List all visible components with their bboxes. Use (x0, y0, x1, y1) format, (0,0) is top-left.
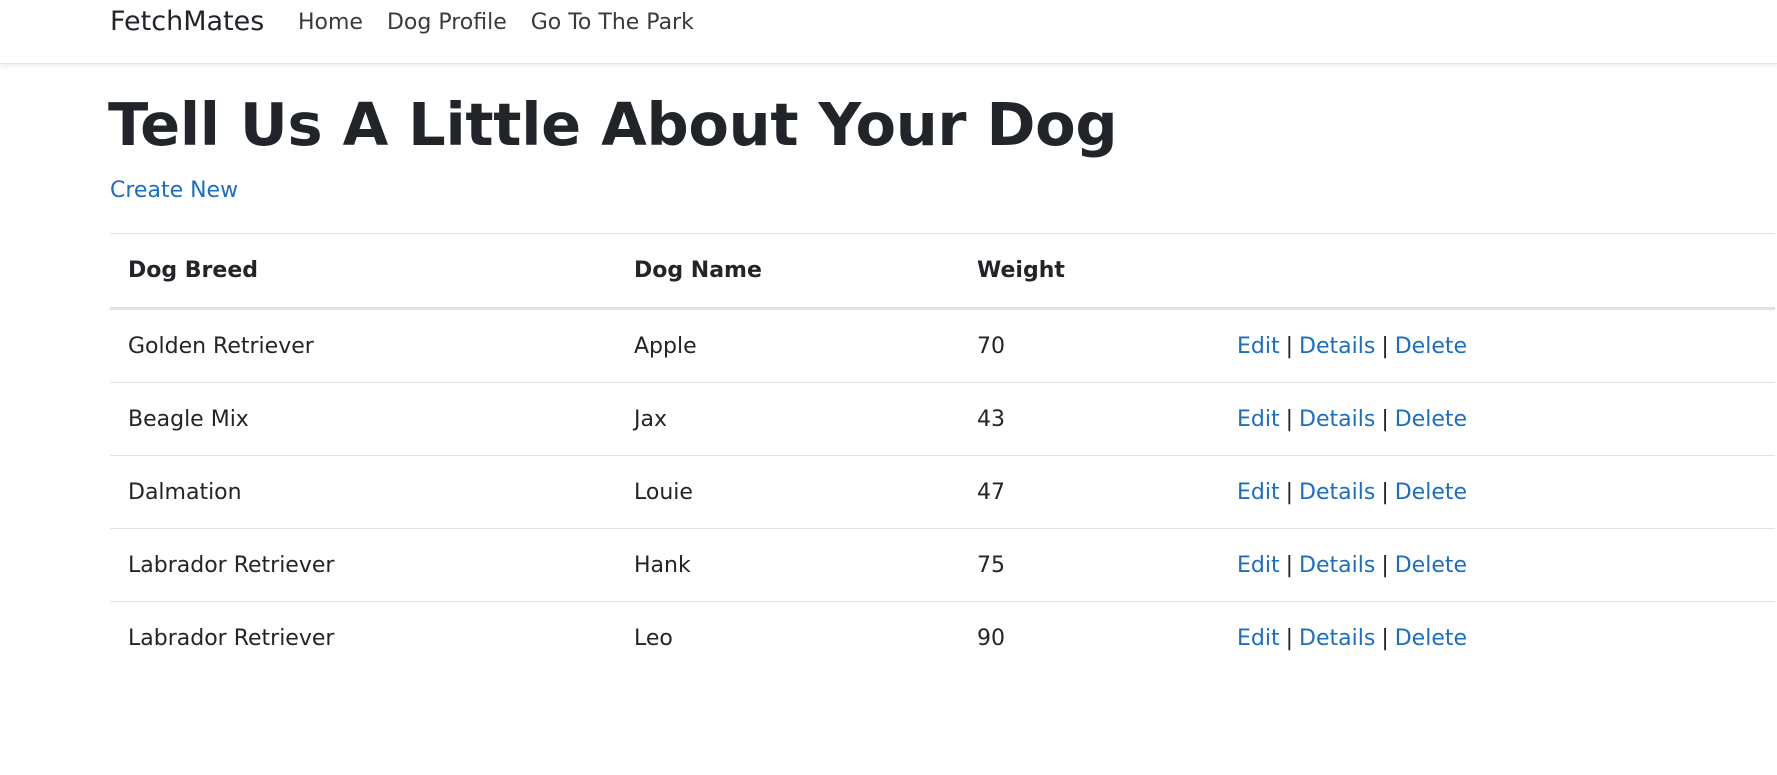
edit-link[interactable]: Edit (1237, 626, 1280, 651)
cell-weight: 70 (959, 308, 1219, 383)
cell-weight: 90 (977, 625, 1005, 651)
create-new-link[interactable]: Create New (110, 178, 238, 203)
nav-link-go-to-the-park[interactable]: Go To The Park (531, 10, 694, 35)
action-separator: | (1285, 625, 1294, 651)
action-separator: | (1285, 333, 1294, 359)
cell-dog-breed: Golden Retriever (110, 308, 616, 383)
edit-link[interactable]: Edit (1237, 553, 1280, 578)
cell-dog-name: Hank (616, 528, 959, 602)
delete-link[interactable]: Delete (1395, 553, 1467, 578)
cell-dog-breed: Dalmation (110, 455, 616, 529)
delete-link[interactable]: Delete (1395, 480, 1467, 505)
table-body: Golden Retriever Apple 70 Edit | Details | Dele… (110, 308, 1775, 675)
cell-dog-name: Leo (634, 625, 673, 651)
cell-dog-name: Apple (616, 308, 959, 383)
cell-actions: Edit | Details | Delete (1219, 455, 1775, 529)
header-dog-name: Dog Name (616, 233, 959, 310)
details-link[interactable]: Details (1299, 626, 1375, 651)
header-weight: Weight (959, 233, 1219, 310)
action-separator: | (1285, 552, 1294, 578)
cell-dog-breed: Labrador Retriever (110, 528, 616, 602)
table-row: Labrador Retriever Leo 90 Edit | Details | Dele… (110, 602, 1775, 675)
details-link[interactable]: Details (1299, 407, 1375, 432)
cell-actions: Edit | Details | Delete (1219, 528, 1775, 602)
delete-link[interactable]: Delete (1395, 334, 1467, 359)
cell-dog-breed: Beagle Mix (110, 382, 616, 456)
nav-links: Home Dog Profile Go To The Park (298, 10, 694, 35)
cell-actions: Edit | Details | Delete (1219, 308, 1775, 383)
cell-dog-breed: Labrador Retriever (128, 625, 335, 651)
nav-link-dog-profile[interactable]: Dog Profile (387, 10, 507, 35)
cell-weight: 47 (959, 455, 1219, 529)
nav-link-home[interactable]: Home (298, 10, 363, 35)
table-header-row: Dog Breed Dog Name Weight (110, 233, 1775, 310)
table-row: Beagle Mix Jax 43 Edit | Details | Delete (110, 382, 1775, 456)
details-link[interactable]: Details (1299, 334, 1375, 359)
cell-actions: Edit | Details | Delete (1219, 382, 1775, 456)
navbar: FetchMates Home Dog Profile Go To The Pa… (0, 0, 1777, 64)
dogs-table: Dog Breed Dog Name Weight Golden Retriev… (110, 233, 1775, 674)
action-separator: | (1381, 552, 1389, 578)
details-link[interactable]: Details (1299, 553, 1375, 578)
edit-link[interactable]: Edit (1237, 480, 1280, 505)
action-separator: | (1381, 625, 1389, 651)
header-actions (1219, 233, 1775, 310)
page-title: Tell Us A Little About Your Dog (108, 90, 1118, 159)
edit-link[interactable]: Edit (1237, 407, 1280, 432)
table-row: Dalmation Louie 47 Edit | Details | Delete (110, 455, 1775, 529)
edit-link[interactable]: Edit (1237, 334, 1280, 359)
brand-link[interactable]: FetchMates (110, 6, 264, 37)
cell-weight: 43 (959, 382, 1219, 456)
cell-actions: Edit | Details | Delete (1219, 602, 1775, 675)
header-dog-breed: Dog Breed (110, 233, 616, 310)
action-separator: | (1381, 406, 1389, 432)
action-separator: | (1285, 406, 1294, 432)
cell-dog-name: Louie (616, 455, 959, 529)
table-row: Labrador Retriever Hank 75 Edit | Details | Del… (110, 528, 1775, 602)
action-separator: | (1381, 479, 1389, 505)
delete-link[interactable]: Delete (1395, 407, 1467, 432)
details-link[interactable]: Details (1299, 480, 1375, 505)
cell-weight: 75 (959, 528, 1219, 602)
table-row: Golden Retriever Apple 70 Edit | Details | Dele… (110, 308, 1775, 383)
delete-link[interactable]: Delete (1395, 626, 1467, 651)
action-separator: | (1285, 479, 1294, 505)
action-separator: | (1381, 333, 1389, 359)
cell-dog-name: Jax (616, 382, 959, 456)
